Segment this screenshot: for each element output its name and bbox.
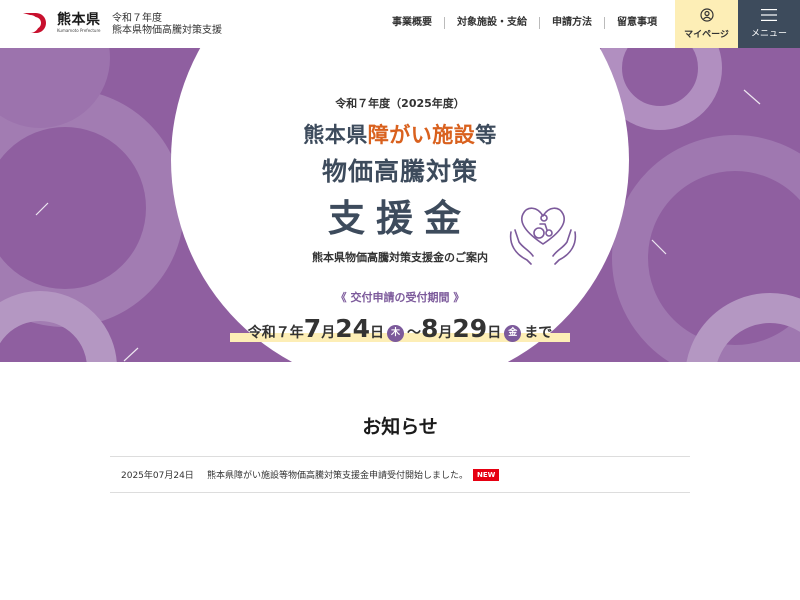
news-title: お知らせ (362, 416, 438, 438)
site-title-line2: 熊本県物価高騰対策支援 (112, 25, 222, 36)
prefecture-logo[interactable]: 熊本県 Kumamoto Prefecture (21, 11, 101, 35)
hero-title-line1: 熊本県障がい施設等 (303, 123, 497, 147)
logo-subtitle: Kumamoto Prefecture (57, 28, 101, 33)
hero-banner: 令和７年度（2025年度） 熊本県障がい施設等 物価高騰対策 支援金 熊本県物価… (0, 48, 800, 362)
news-date: 2025年07月24日 (121, 471, 194, 481)
site-title[interactable]: 令和７年度 熊本県物価高騰対策支援 (112, 13, 222, 37)
hero-title-line2: 物価高騰対策 (321, 157, 478, 186)
hero-guide: 熊本県物価高騰対策支援金のご案内 (312, 251, 488, 264)
menu-label: メニュー (750, 29, 787, 39)
start-weekday-badge: 木 (387, 325, 404, 342)
application-period: 令和７年 7 月 24 日 木 ～ 8 月 29 日 金 まで (230, 314, 570, 344)
hero-year: 令和７年度（2025年度） (335, 97, 465, 110)
site-header: 熊本県 Kumamoto Prefecture 令和７年度 熊本県物価高騰対策支… (0, 0, 800, 48)
global-nav: 事業概要 対象施設・支給 申請方法 留意事項 (380, 17, 669, 29)
kumamoto-emblem-icon (23, 13, 46, 33)
nav-item-overview[interactable]: 事業概要 (380, 17, 445, 29)
new-badge: NEW (473, 468, 500, 481)
news-list: 2025年07月24日 熊本県障がい施設等物価高騰対策支援金申請受付開始しました… (110, 456, 690, 493)
mypage-button[interactable]: マイページ (675, 0, 738, 48)
logo-name: 熊本県 (57, 12, 101, 28)
site-title-line1: 令和７年度 (112, 13, 162, 24)
news-text: 熊本県障がい施設等物価高騰対策支援金申請受付開始しました。 (207, 471, 469, 481)
nav-item-apply[interactable]: 申請方法 (540, 17, 605, 29)
news-item[interactable]: 2025年07月24日 熊本県障がい施設等物価高騰対策支援金申請受付開始しました… (110, 457, 690, 492)
menu-button[interactable]: メニュー (738, 0, 800, 48)
period-label: 《 交付申請の受付期間 》 (335, 291, 465, 304)
mypage-label: マイページ (684, 30, 729, 40)
hamburger-icon (761, 9, 777, 21)
nav-item-target[interactable]: 対象施設・支給 (445, 17, 540, 29)
hero-title-accent: 障がい施設 (367, 123, 476, 147)
nav-item-notes[interactable]: 留意事項 (605, 17, 669, 29)
user-circle-icon (699, 8, 714, 22)
